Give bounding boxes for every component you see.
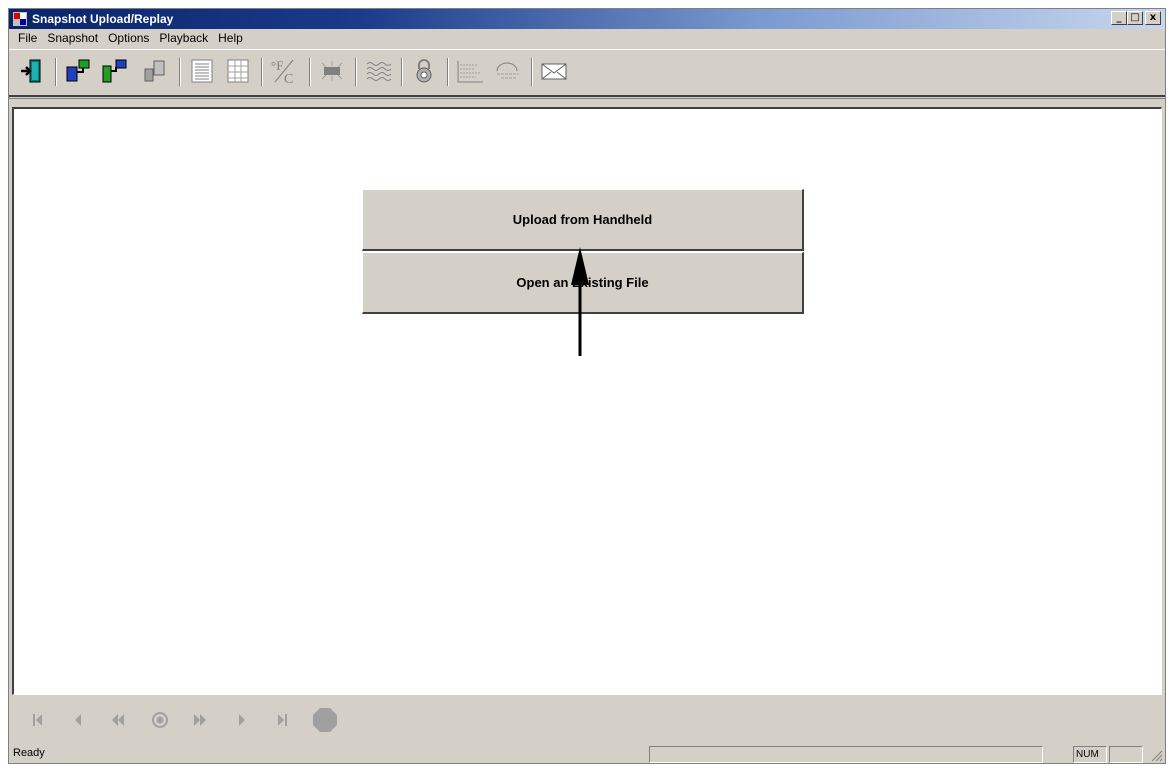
next-icon[interactable] [231, 709, 253, 731]
menu-bar: File Snapshot Options Playback Help [9, 29, 1165, 47]
chip-icon[interactable] [317, 56, 347, 86]
graph-icon[interactable] [455, 56, 485, 86]
toolbar-divider [9, 95, 1165, 99]
status-text: Ready [13, 747, 45, 759]
stop-icon[interactable] [311, 706, 339, 734]
transfer-icon[interactable] [99, 56, 129, 86]
window-title: Snapshot Upload/Replay [32, 12, 174, 26]
menu-options[interactable]: Options [103, 31, 154, 45]
fahrenheit-celsius-icon[interactable]: °F C [269, 56, 299, 86]
prev-icon[interactable] [67, 709, 89, 731]
menu-playback[interactable]: Playback [154, 31, 213, 45]
toolbar: °F C [9, 49, 1165, 93]
last-icon[interactable] [271, 709, 293, 731]
resize-grip-icon[interactable] [1149, 748, 1163, 762]
close-button[interactable]: x [1145, 11, 1161, 25]
upload-from-handheld-button[interactable]: Upload from Handheld [362, 189, 804, 251]
main-panel: Upload from Handheld Open an Existing Fi… [12, 107, 1162, 695]
first-icon[interactable] [27, 709, 49, 731]
scan-icon[interactable] [493, 56, 523, 86]
list-icon[interactable] [187, 56, 217, 86]
status-panel-extra [1109, 746, 1143, 763]
svg-text:°F: °F [271, 58, 283, 73]
record-icon[interactable] [149, 709, 171, 731]
exit-icon[interactable] [17, 56, 47, 86]
status-bar: Ready NUM [9, 744, 1165, 764]
connect-icon[interactable] [63, 56, 93, 86]
minimize-button[interactable]: _ [1111, 11, 1127, 25]
rewind-icon[interactable] [107, 709, 129, 731]
copy-icon[interactable] [139, 56, 169, 86]
lock-icon[interactable] [409, 56, 439, 86]
num-lock-indicator: NUM [1073, 746, 1107, 763]
grid-icon[interactable] [223, 56, 253, 86]
open-existing-file-button[interactable]: Open an Existing File [362, 252, 804, 314]
svg-text:C: C [284, 72, 293, 85]
playback-bar [9, 699, 1165, 739]
app-window: Snapshot Upload/Replay _ □ x File Snapsh… [8, 8, 1166, 764]
menu-snapshot[interactable]: Snapshot [42, 31, 103, 45]
fast-forward-icon[interactable] [189, 709, 211, 731]
menu-file[interactable]: File [13, 31, 42, 45]
app-icon [13, 12, 27, 26]
status-panel-main [649, 746, 1043, 763]
menu-help[interactable]: Help [213, 31, 248, 45]
waveform-icon[interactable] [363, 56, 393, 86]
mail-icon[interactable] [539, 56, 569, 86]
maximize-button[interactable]: □ [1127, 11, 1143, 25]
title-bar[interactable]: Snapshot Upload/Replay _ □ x [9, 9, 1165, 29]
